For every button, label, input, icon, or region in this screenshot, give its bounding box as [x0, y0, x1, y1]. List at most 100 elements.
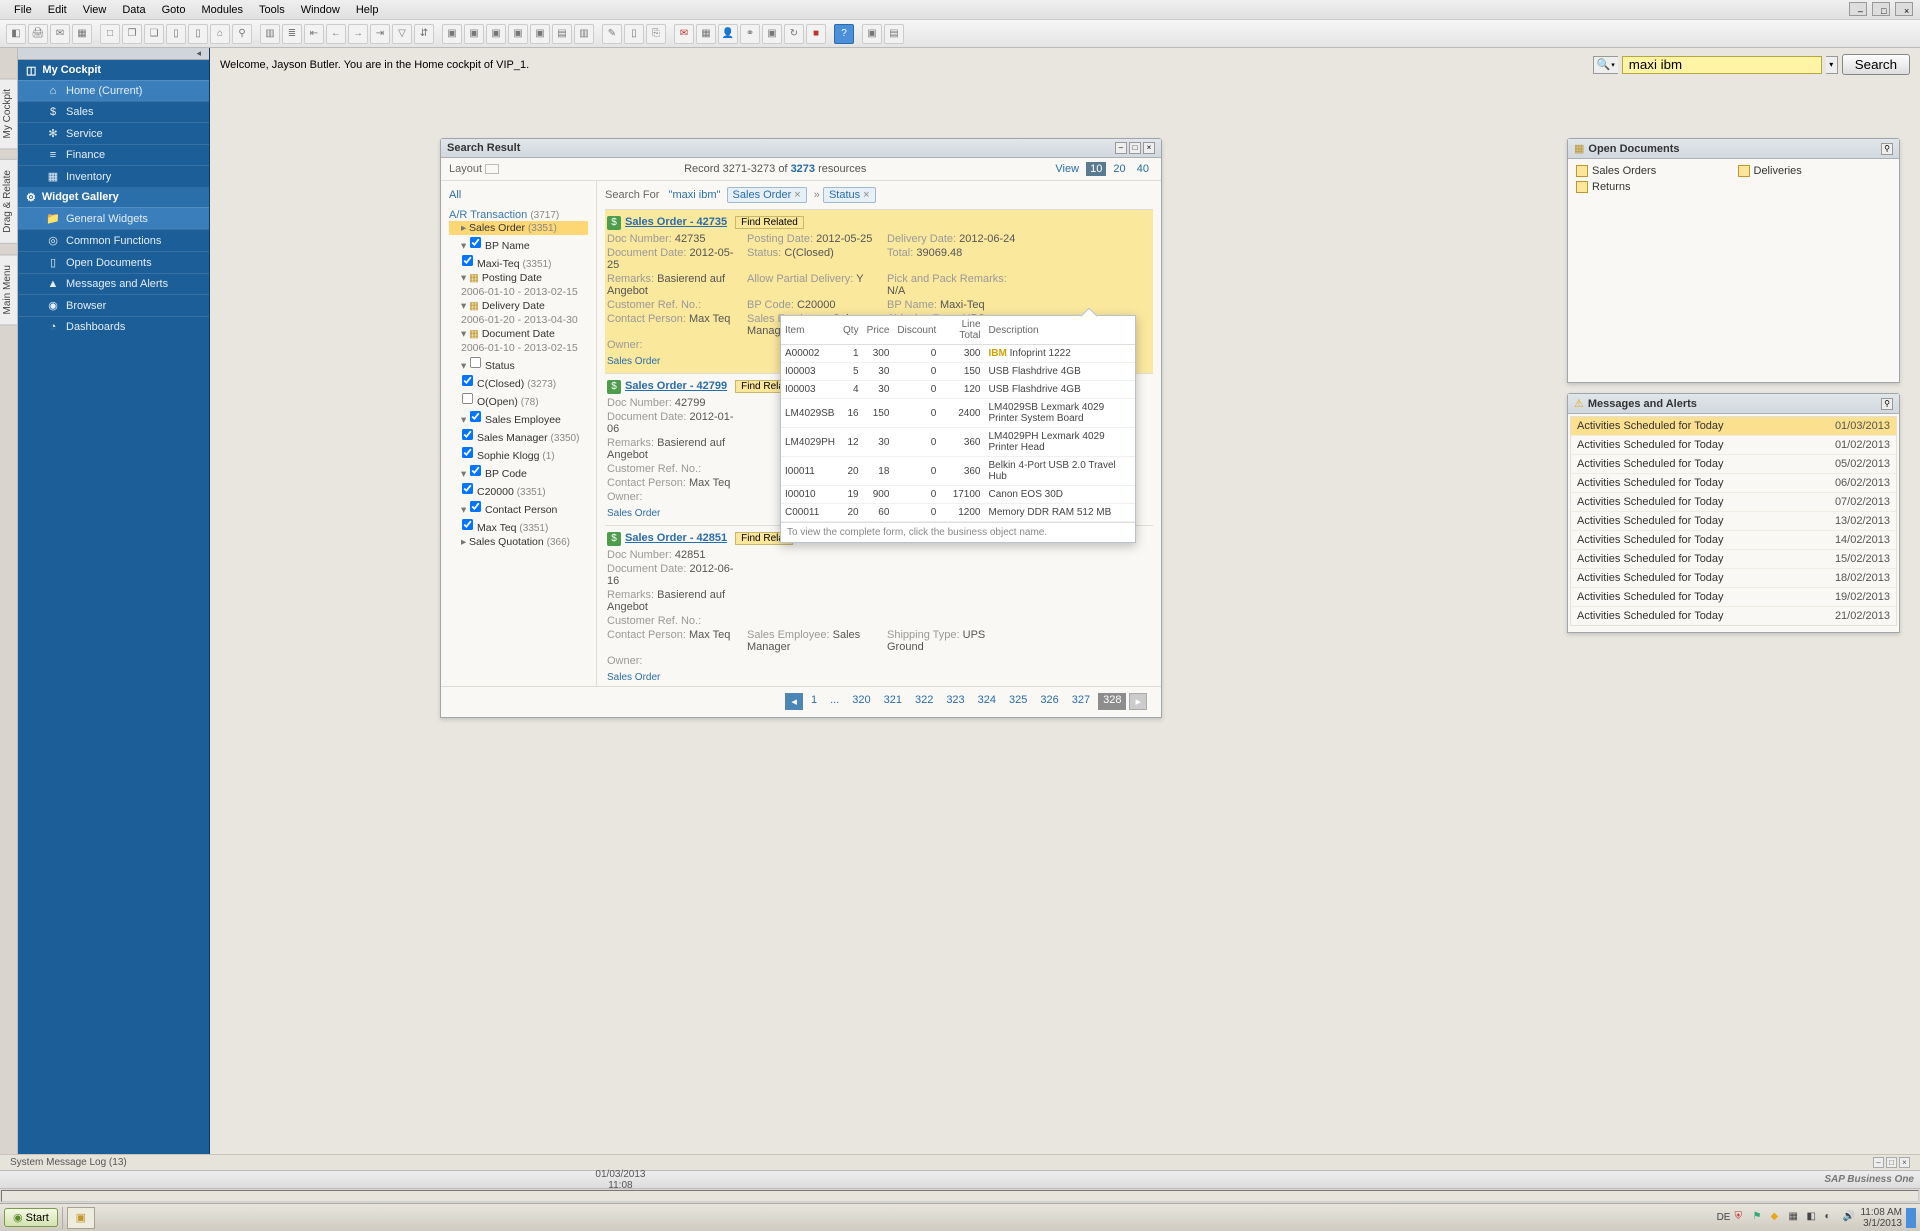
page-1[interactable]: 1: [806, 693, 822, 710]
find-icon[interactable]: ⚲: [232, 24, 252, 44]
tab-my-cockpit[interactable]: My Cockpit: [0, 78, 17, 149]
sidebar-item-browser[interactable]: ◉Browser: [18, 294, 209, 316]
view-40[interactable]: 40: [1133, 162, 1153, 176]
show-desktop-icon[interactable]: [1906, 1208, 1916, 1228]
email-icon[interactable]: ✉: [50, 24, 70, 44]
excel-icon[interactable]: ▦: [72, 24, 92, 44]
facet-check[interactable]: [462, 375, 473, 386]
sidebar-item-dashboards[interactable]: ◔Dashboards: [18, 316, 209, 337]
search-input[interactable]: [1622, 56, 1822, 74]
magnifier-icon[interactable]: 🔍: [1597, 58, 1611, 71]
facet-check[interactable]: [462, 393, 473, 404]
preview-icon[interactable]: ◧: [6, 24, 26, 44]
copy-icon[interactable]: ❐: [122, 24, 142, 44]
chip-remove-icon[interactable]: ×: [794, 189, 800, 201]
facet-se2[interactable]: Sophie Klogg (1): [449, 445, 588, 463]
messages-list[interactable]: Activities Scheduled for Today01/03/2013…: [1570, 416, 1897, 626]
syslog-min-icon[interactable]: –: [1873, 1157, 1884, 1168]
facet-sales-order[interactable]: ▸Sales Order (3351): [449, 221, 588, 235]
layout1-icon[interactable]: ▣: [862, 24, 882, 44]
facet-check[interactable]: [462, 519, 473, 530]
user-icon[interactable]: 👤: [718, 24, 738, 44]
result-title[interactable]: Sales Order - 42799: [625, 380, 727, 392]
panel-settings-icon[interactable]: ⚲: [1881, 143, 1893, 155]
panel-settings-icon[interactable]: ⚲: [1881, 398, 1893, 410]
page-325[interactable]: 325: [1004, 693, 1032, 710]
facet-all[interactable]: All: [449, 189, 588, 201]
sidebar-item-messages-alerts[interactable]: ▲Messages and Alerts: [18, 273, 209, 294]
chip-more-icon[interactable]: »: [814, 189, 820, 201]
module1-icon[interactable]: ▣: [442, 24, 462, 44]
tray-shield-icon[interactable]: ⛨: [1734, 1211, 1748, 1225]
refresh-icon[interactable]: ↻: [784, 24, 804, 44]
facet-bpname-value[interactable]: Maxi-Teq (3351): [449, 253, 588, 271]
link-icon[interactable]: ⚭: [740, 24, 760, 44]
menu-data[interactable]: Data: [114, 2, 153, 18]
facet-contact-value[interactable]: Max Teq (3351): [449, 517, 588, 535]
facet-status[interactable]: ▾Status: [449, 355, 588, 373]
opendoc-returns[interactable]: Returns: [1572, 179, 1734, 195]
sidebar-collapse[interactable]: ◂: [18, 48, 209, 60]
tray-icon[interactable]: ◐: [1824, 1211, 1838, 1225]
sidebar-item-sales[interactable]: $Sales: [18, 101, 209, 122]
sidebar-item-home[interactable]: ⌂Home (Current): [18, 80, 209, 101]
message-row[interactable]: Activities Scheduled for Today07/02/2013: [1571, 493, 1896, 512]
page-328[interactable]: 328: [1098, 693, 1126, 710]
menu-edit[interactable]: Edit: [40, 2, 75, 18]
module6-icon[interactable]: ▤: [552, 24, 572, 44]
system-message-log[interactable]: System Message Log (13) –□×: [0, 1154, 1920, 1170]
sidebar-item-finance[interactable]: ≡Finance: [18, 144, 209, 165]
facet-check[interactable]: [470, 501, 481, 512]
facet-ar[interactable]: A/R Transaction (3717): [449, 209, 588, 221]
close-icon[interactable]: ×: [1895, 2, 1913, 16]
facet-check[interactable]: [462, 255, 473, 266]
stop-icon[interactable]: ■: [806, 24, 826, 44]
view-10[interactable]: 10: [1086, 162, 1106, 176]
menu-view[interactable]: View: [75, 2, 115, 18]
tray-network-icon[interactable]: ▦: [1788, 1211, 1802, 1225]
opendoc-sales-orders[interactable]: Sales Orders: [1572, 163, 1734, 179]
facet-check[interactable]: [462, 447, 473, 458]
search-button[interactable]: Search: [1842, 54, 1910, 75]
page-323[interactable]: 323: [941, 693, 969, 710]
result-title[interactable]: Sales Order - 42735: [625, 216, 727, 228]
page-326[interactable]: 326: [1035, 693, 1063, 710]
opendoc-deliveries[interactable]: Deliveries: [1734, 163, 1896, 179]
module4-icon[interactable]: ▣: [508, 24, 528, 44]
note-icon[interactable]: ▯: [624, 24, 644, 44]
last-icon[interactable]: ⇥: [370, 24, 390, 44]
sidebar-item-open-documents[interactable]: ▯Open Documents: [18, 251, 209, 273]
page-321[interactable]: 321: [879, 693, 907, 710]
message-row[interactable]: Activities Scheduled for Today21/02/2013: [1571, 607, 1896, 626]
chip-status[interactable]: Status×: [823, 187, 876, 203]
layout-icon[interactable]: [485, 164, 499, 174]
message-row[interactable]: Activities Scheduled for Today19/02/2013: [1571, 588, 1896, 607]
tray-icon[interactable]: ◧: [1806, 1211, 1820, 1225]
menu-modules[interactable]: Modules: [193, 2, 251, 18]
filter-icon[interactable]: ▽: [392, 24, 412, 44]
module5-icon[interactable]: ▣: [530, 24, 550, 44]
facet-check[interactable]: [470, 465, 481, 476]
message-row[interactable]: Activities Scheduled for Today15/02/2013: [1571, 550, 1896, 569]
help-icon[interactable]: ?: [834, 24, 854, 44]
result-link[interactable]: Sales Order: [607, 672, 1151, 683]
page-322[interactable]: 322: [910, 693, 938, 710]
find-related-button[interactable]: Find Related: [735, 216, 804, 229]
menu-tools[interactable]: Tools: [251, 2, 293, 18]
menu-file[interactable]: File: [6, 2, 40, 18]
lang-indicator[interactable]: DE: [1717, 1212, 1731, 1223]
result-title[interactable]: Sales Order - 42851: [625, 532, 727, 544]
facet-docdate[interactable]: ▾▦ Document Date: [449, 327, 588, 341]
approval-icon[interactable]: ▣: [762, 24, 782, 44]
horizontal-scrollbar[interactable]: [0, 1188, 1920, 1203]
panel-min-icon[interactable]: –: [1115, 142, 1127, 154]
edit-icon[interactable]: ✎: [602, 24, 622, 44]
doc2-icon[interactable]: ▯: [188, 24, 208, 44]
facet-bpcode[interactable]: ▾BP Code: [449, 463, 588, 481]
message-row[interactable]: Activities Scheduled for Today05/02/2013: [1571, 455, 1896, 474]
attach-icon[interactable]: ⎘: [646, 24, 666, 44]
doc-icon[interactable]: ▯: [166, 24, 186, 44]
syslog-close-icon[interactable]: ×: [1899, 1157, 1910, 1168]
new-icon[interactable]: □: [100, 24, 120, 44]
prev-icon[interactable]: ←: [326, 24, 346, 44]
